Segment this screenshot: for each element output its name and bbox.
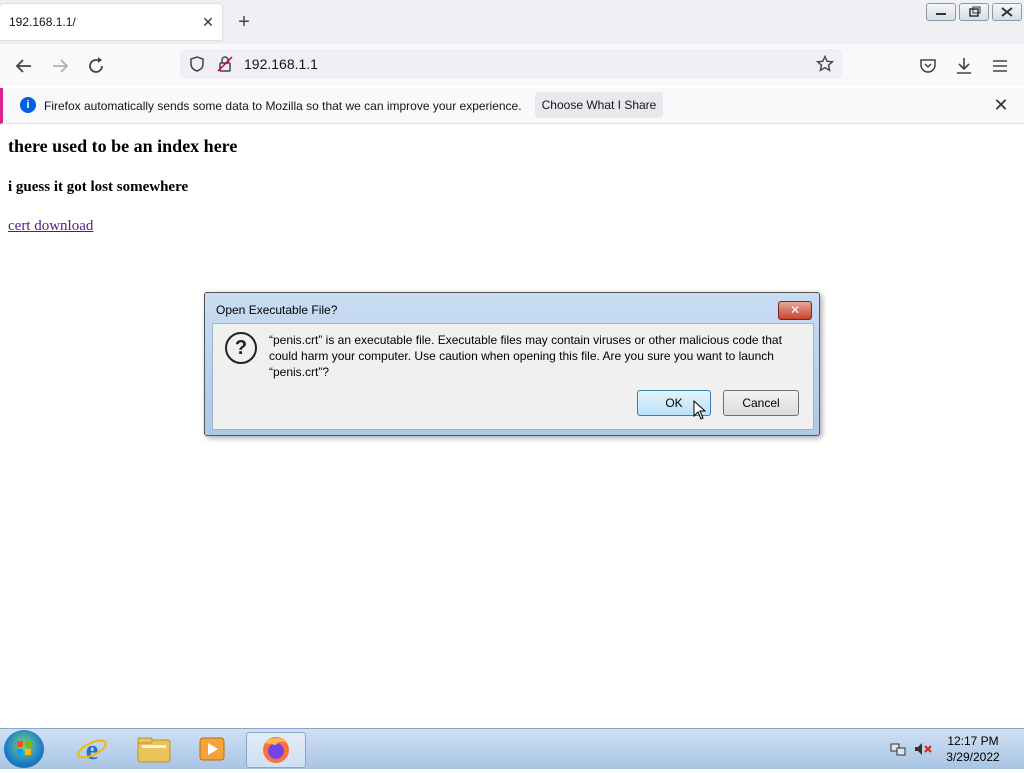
new-tab-icon[interactable]: +: [234, 12, 254, 32]
tab-strip: 192.168.1.1/ ✕ +: [0, 0, 1024, 44]
windows-logo-icon: [17, 741, 31, 755]
taskbar-internet-explorer[interactable]: e: [66, 732, 118, 766]
page-subheading: i guess it got lost somewhere: [8, 179, 189, 195]
system-clock[interactable]: 12:17 PM 3/29/2022: [940, 733, 1006, 765]
dialog-title: Open Executable File?: [216, 303, 338, 317]
url-text[interactable]: 192.168.1.1: [244, 56, 318, 72]
reload-icon[interactable]: [84, 54, 108, 78]
notification-bar: i Firefox automatically sends some data …: [0, 88, 1024, 124]
back-icon[interactable]: [12, 54, 36, 78]
browser-tab[interactable]: 192.168.1.1/ ✕: [0, 4, 222, 40]
taskbar-media-player[interactable]: [186, 732, 238, 766]
cancel-button[interactable]: Cancel: [723, 390, 799, 416]
window-minimize-button[interactable]: [926, 3, 956, 21]
notification-close-icon[interactable]: ✕: [991, 95, 1011, 115]
svg-text:e: e: [86, 735, 98, 766]
folder-icon: [137, 737, 171, 763]
window-restore-button[interactable]: [959, 3, 989, 21]
question-icon: ?: [225, 332, 257, 364]
pocket-icon[interactable]: [918, 56, 938, 76]
minimize-icon: [936, 13, 946, 15]
insecure-lock-icon[interactable]: [216, 55, 234, 73]
page-heading: there used to be an index here: [8, 136, 238, 156]
taskbar-firefox[interactable]: [246, 732, 306, 768]
notification-text: Firefox automatically sends some data to…: [44, 99, 522, 113]
cert-download-link[interactable]: cert download: [8, 218, 93, 235]
start-button[interactable]: [4, 730, 44, 768]
taskbar-file-explorer[interactable]: [128, 732, 180, 766]
navigation-toolbar: 192.168.1.1: [0, 44, 1024, 86]
choose-what-i-share-button[interactable]: Choose What I Share: [535, 92, 663, 118]
clock-time: 12:17 PM: [947, 734, 999, 748]
tab-title: 192.168.1.1/: [9, 15, 76, 29]
close-icon: [1001, 7, 1013, 17]
dialog-close-button[interactable]: ✕: [778, 301, 812, 320]
network-tray-icon[interactable]: [890, 742, 906, 756]
window-close-button[interactable]: [992, 3, 1022, 21]
internet-explorer-icon: e: [77, 735, 107, 766]
mouse-cursor-icon: [693, 400, 707, 420]
open-executable-dialog: Open Executable File? ✕ ? “penis.crt” is…: [204, 292, 820, 436]
taskbar: e 12:17 PM 3/29/2022: [0, 728, 1024, 769]
forward-icon[interactable]: [48, 54, 72, 78]
download-icon[interactable]: [954, 56, 974, 76]
tracking-protection-shield-icon[interactable]: [188, 55, 206, 73]
firefox-icon: [263, 737, 289, 763]
media-player-icon: [199, 737, 225, 761]
url-bar[interactable]: 192.168.1.1: [180, 49, 842, 79]
tab-close-icon[interactable]: ✕: [200, 14, 216, 30]
bookmark-star-icon[interactable]: [815, 54, 835, 73]
hamburger-menu-icon[interactable]: [990, 56, 1010, 76]
info-icon: i: [20, 97, 36, 113]
dialog-message: “penis.crt” is an executable file. Execu…: [269, 333, 782, 379]
restore-icon: [969, 6, 981, 17]
volume-muted-tray-icon[interactable]: [914, 742, 932, 756]
clock-date: 3/29/2022: [946, 750, 1000, 764]
dialog-body: ? “penis.crt” is an executable file. Exe…: [212, 323, 814, 430]
